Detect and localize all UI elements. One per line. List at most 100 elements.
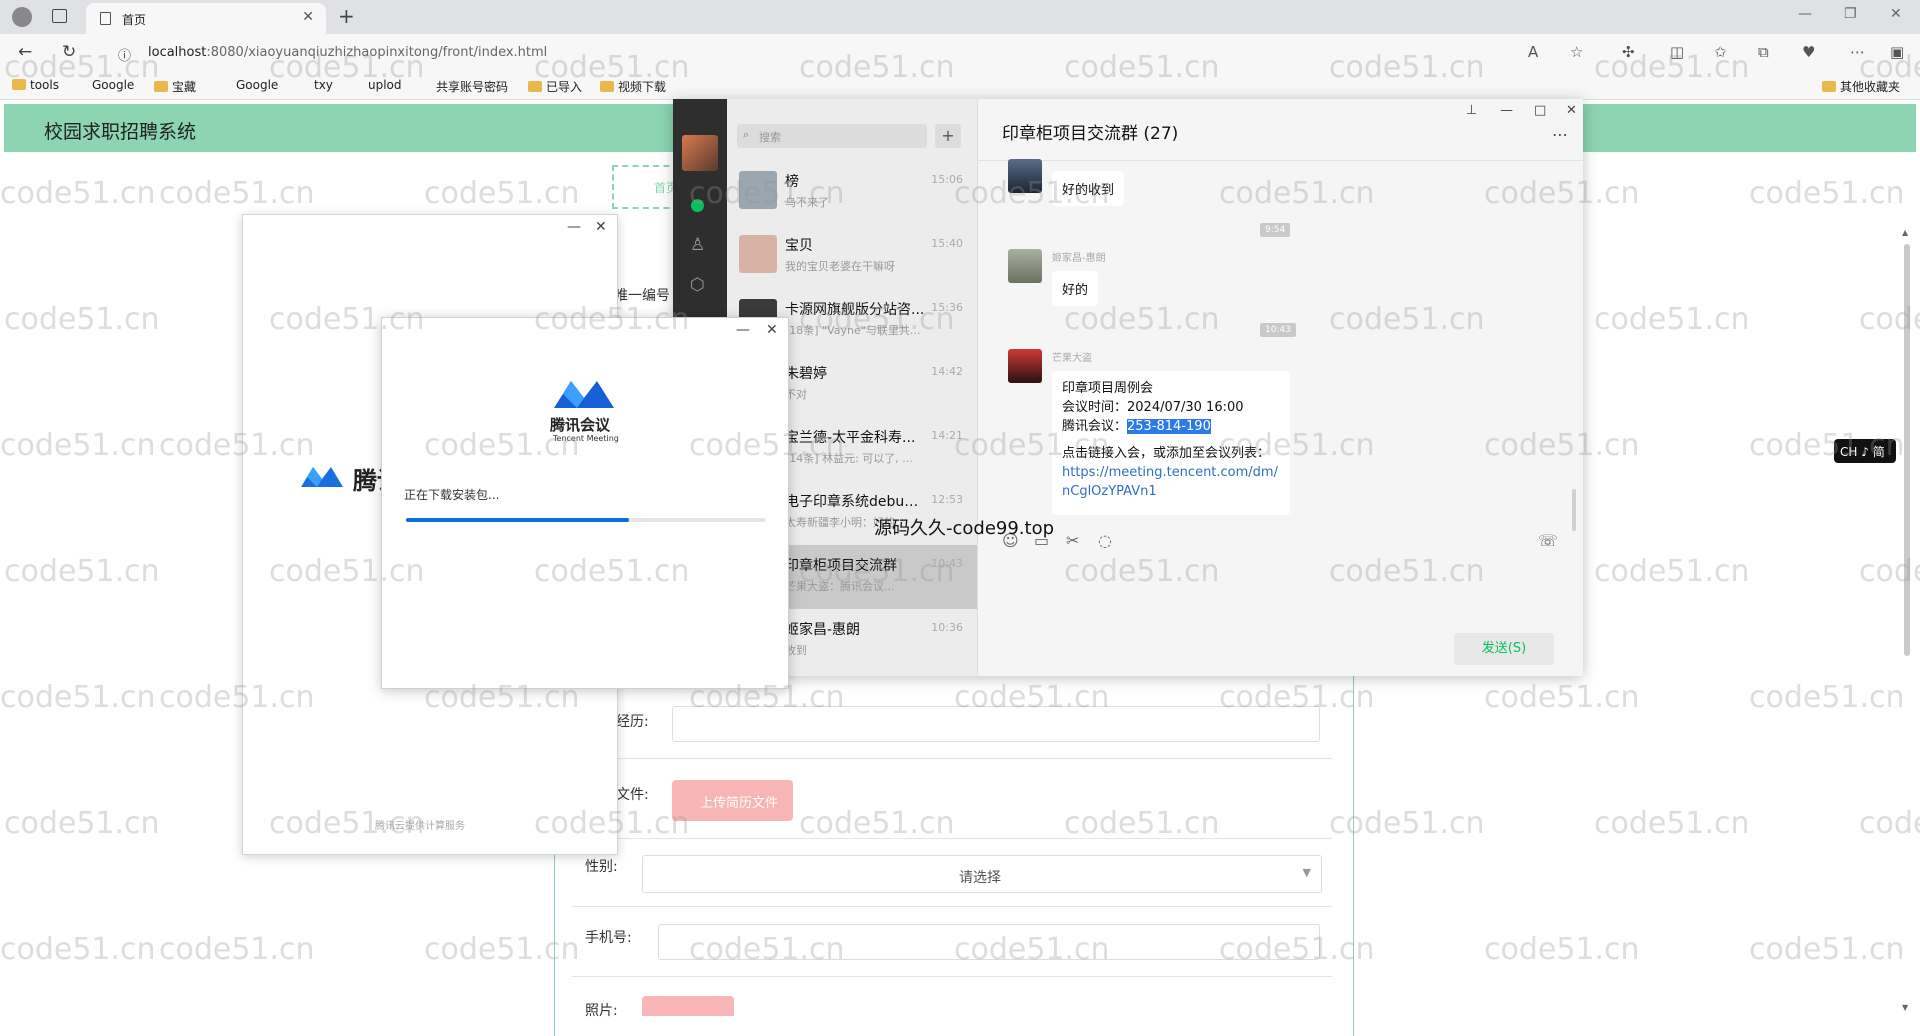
chat-list-item[interactable]: 榜 15:06 乌不来了: [727, 161, 977, 225]
bookmark-video-download[interactable]: 视频下载: [600, 78, 666, 95]
chat-preview: 我的宝贝老婆在干嘛呀: [785, 260, 895, 273]
scroll-up-icon[interactable]: ▲: [1902, 228, 1908, 237]
contacts-icon[interactable]: ♙: [690, 235, 705, 255]
new-tab-icon[interactable]: +: [338, 4, 355, 28]
address-bar[interactable]: localhost:8080/xiaoyuanqiuzhizhaopinxito…: [148, 45, 547, 60]
bookmark-label: 其他收藏夹: [1840, 80, 1901, 94]
upload-resume-button[interactable]: 上传简历文件: [672, 780, 793, 821]
watermark-text: code51.cn: [1594, 554, 1750, 589]
favorite-icon[interactable]: ☆: [1570, 43, 1583, 61]
bookmark-treasure[interactable]: 宝藏: [154, 78, 196, 95]
site-title: 校园求职招聘系统: [44, 121, 197, 143]
url-path: :8080/xiaoyuanqiuzhizhaopinxitong/front/…: [206, 45, 548, 60]
bookmark-txy[interactable]: txy: [296, 78, 333, 92]
screen: 首页 ✕ + — ❐ ✕ ← ↻ ⓘ localhost:8080/xiaoyu…: [0, 0, 1920, 1036]
chat-name: 宝兰德-太平金科寿...: [785, 430, 916, 446]
close-window-icon[interactable]: ✕: [1890, 6, 1902, 22]
restore-icon[interactable]: ❐: [1844, 6, 1857, 22]
chat-preview: 芒果大盗：腾讯会议...: [785, 580, 895, 593]
chat-history-icon[interactable]: ◌: [1098, 531, 1112, 550]
scissors-icon[interactable]: ✂: [1066, 531, 1079, 550]
voice-call-icon[interactable]: ☏: [1538, 531, 1558, 550]
chat-name: 电子印章系统debug...: [785, 494, 925, 510]
more-icon[interactable]: ⋯: [1552, 125, 1568, 144]
pin-icon[interactable]: ⊥: [1466, 103, 1477, 118]
sidebar-icon[interactable]: ▣: [1890, 43, 1904, 61]
tab-home[interactable]: 首页 ✕: [86, 3, 326, 34]
bookmark-shared-accounts[interactable]: 共享账号密码: [418, 78, 508, 95]
close-icon[interactable]: ✕: [595, 219, 607, 235]
favorites-icon[interactable]: ✩: [1714, 43, 1727, 61]
avatar[interactable]: [682, 135, 718, 171]
gender-select[interactable]: 请选择 ▼: [642, 855, 1322, 893]
scroll-down-icon[interactable]: ▼: [1902, 1003, 1908, 1012]
close-icon[interactable]: ✕: [1566, 103, 1577, 118]
info-icon[interactable]: ⓘ: [118, 45, 131, 64]
favorites-box-icon[interactable]: ⬡: [690, 275, 705, 295]
chat-title: 印章柜项目交流群 (27): [1002, 124, 1179, 144]
message-bubble: 好的收到: [1052, 171, 1125, 206]
chat-time: 10:43: [931, 557, 963, 570]
bookmark-tools[interactable]: tools: [12, 78, 59, 92]
minimize-icon[interactable]: —: [1500, 103, 1513, 118]
download-progress-fill: [406, 518, 630, 522]
split-screen-icon[interactable]: ◫: [1670, 43, 1684, 61]
page-scrollbar[interactable]: ▲ ▼: [1900, 228, 1914, 1012]
bookmark-label: tools: [30, 78, 59, 92]
upload-photo-button[interactable]: [642, 996, 734, 1016]
message-line: 印章项目周例会: [1062, 381, 1154, 396]
minimize-icon[interactable]: —: [567, 219, 581, 235]
close-icon[interactable]: ✕: [766, 322, 778, 338]
maximize-icon[interactable]: □: [1534, 103, 1546, 118]
close-icon[interactable]: ✕: [302, 9, 314, 25]
menu-icon[interactable]: ⋯: [1850, 43, 1865, 61]
chat-icon[interactable]: ●: [690, 195, 705, 215]
avatar[interactable]: [1008, 349, 1042, 383]
collections-icon[interactable]: ⧉: [1758, 43, 1769, 61]
performance-icon[interactable]: ♥: [1802, 43, 1815, 61]
refresh-icon[interactable]: ↻: [62, 42, 76, 62]
minimize-icon[interactable]: —: [736, 322, 750, 338]
chevron-down-icon: ▼: [1302, 866, 1311, 879]
resume-input[interactable]: [672, 706, 1320, 742]
meeting-code[interactable]: 253-814-190: [1127, 419, 1211, 434]
avatar[interactable]: [1008, 159, 1042, 193]
wechat-window: ● ♙ ⬡ ⌕ 搜索 + 榜 15:06 乌不来了 宝贝 15:40 我的宝贝老婆在干嘛呀…: [673, 99, 1584, 676]
chat-name: 朱碧婷: [785, 366, 827, 382]
scrollbar-thumb[interactable]: [1904, 244, 1910, 656]
extensions-icon[interactable]: ✣: [1622, 43, 1635, 61]
bookmark-imported[interactable]: 已导入: [528, 78, 582, 95]
tab-actions-icon[interactable]: [52, 9, 67, 23]
ime-indicator[interactable]: CH ♪ 简: [1834, 439, 1896, 463]
message-time: 10:43: [1260, 323, 1296, 337]
back-icon[interactable]: ←: [18, 42, 32, 62]
bookmark-label: uplod: [368, 78, 402, 92]
bookmark-uplod[interactable]: uplod: [350, 78, 402, 92]
meeting-link[interactable]: https://meeting.tencent.com/dm/: [1062, 463, 1280, 482]
chat-time: 12:53: [931, 493, 963, 506]
chat-preview: 乌不来了: [785, 196, 829, 209]
chat-list-item[interactable]: 宝贝 15:40 我的宝贝老婆在干嘛呀: [727, 225, 977, 289]
folder-icon: [600, 81, 614, 92]
profile-icon[interactable]: [12, 7, 32, 27]
installer-footer: 腾讯云提供计算服务: [375, 821, 465, 832]
chat-name: 宝贝: [785, 238, 813, 254]
minimize-icon[interactable]: —: [1798, 6, 1812, 22]
search-icon: ⌕: [743, 128, 750, 141]
watermark-text: code51.cn: [1594, 806, 1750, 841]
bookmark-google[interactable]: Google: [78, 78, 134, 92]
avatar[interactable]: [1008, 249, 1042, 283]
send-button[interactable]: 发送(S): [1454, 633, 1554, 665]
watermark-text: code51.cn: [424, 176, 580, 211]
bookmark-google-2[interactable]: Google: [218, 78, 278, 92]
chat-preview: 不对: [785, 388, 807, 401]
bookmark-other[interactable]: 其他收藏夹: [1822, 78, 1900, 95]
add-icon[interactable]: +: [935, 124, 961, 148]
phone-input[interactable]: [658, 924, 1320, 960]
meeting-link-continued[interactable]: nCglOzYPAVn1: [1062, 482, 1280, 501]
read-aloud-icon[interactable]: A: [1528, 43, 1538, 61]
divider: [572, 976, 1332, 977]
message-input[interactable]: [978, 559, 1584, 629]
divider: [572, 838, 1332, 839]
search-input[interactable]: ⌕ 搜索: [737, 124, 927, 148]
